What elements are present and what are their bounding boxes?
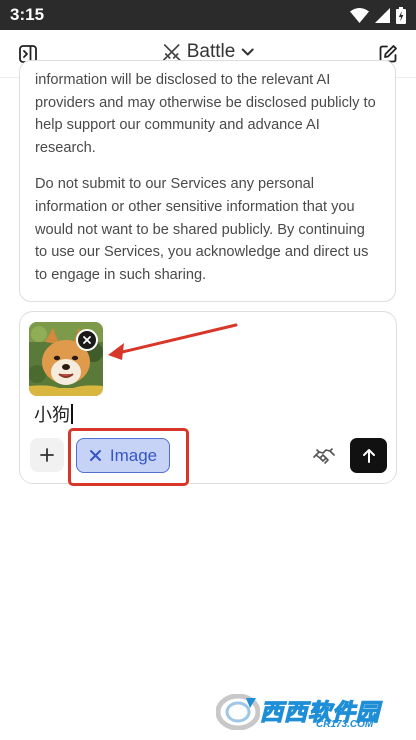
watermark-url-text: CR173.COM — [316, 719, 374, 730]
battery-icon — [396, 7, 406, 24]
privacy-notice-body: information will be disclosed to the rel… — [35, 69, 380, 286]
handshake-button[interactable] — [310, 441, 338, 469]
remove-attachment-button[interactable] — [76, 329, 98, 351]
prompt-input[interactable]: 小狗 — [34, 401, 73, 427]
chevron-down-icon — [241, 48, 254, 56]
status-bar: 3:15 — [0, 0, 416, 30]
wifi-icon — [350, 8, 369, 23]
message-composer: 小狗 Image — [19, 311, 397, 484]
add-attachment-button[interactable] — [30, 438, 64, 472]
image-mode-chip[interactable]: Image — [76, 438, 170, 473]
notice-paragraph: Do not submit to our Services any person… — [35, 176, 369, 283]
handshake-icon — [313, 448, 335, 464]
signal-icon — [375, 8, 390, 23]
watermark-logo-icon — [216, 694, 260, 730]
arrow-up-icon — [362, 448, 375, 463]
notice-paragraph: information will be disclosed to the rel… — [35, 72, 376, 156]
send-button[interactable] — [350, 438, 387, 473]
privacy-notice-card: information will be disclosed to the rel… — [19, 60, 396, 302]
close-icon[interactable] — [89, 449, 102, 462]
watermark: 西西软件园 CR173.COM — [216, 690, 398, 734]
status-time: 3:15 — [10, 5, 45, 24]
crossed-swords-icon — [162, 44, 181, 61]
prompt-input-value: 小狗 — [34, 405, 70, 426]
image-mode-chip-label: Image — [109, 445, 158, 465]
close-icon — [83, 336, 91, 344]
plus-icon — [40, 448, 54, 462]
text-caret — [71, 404, 73, 424]
status-icons — [350, 7, 406, 24]
